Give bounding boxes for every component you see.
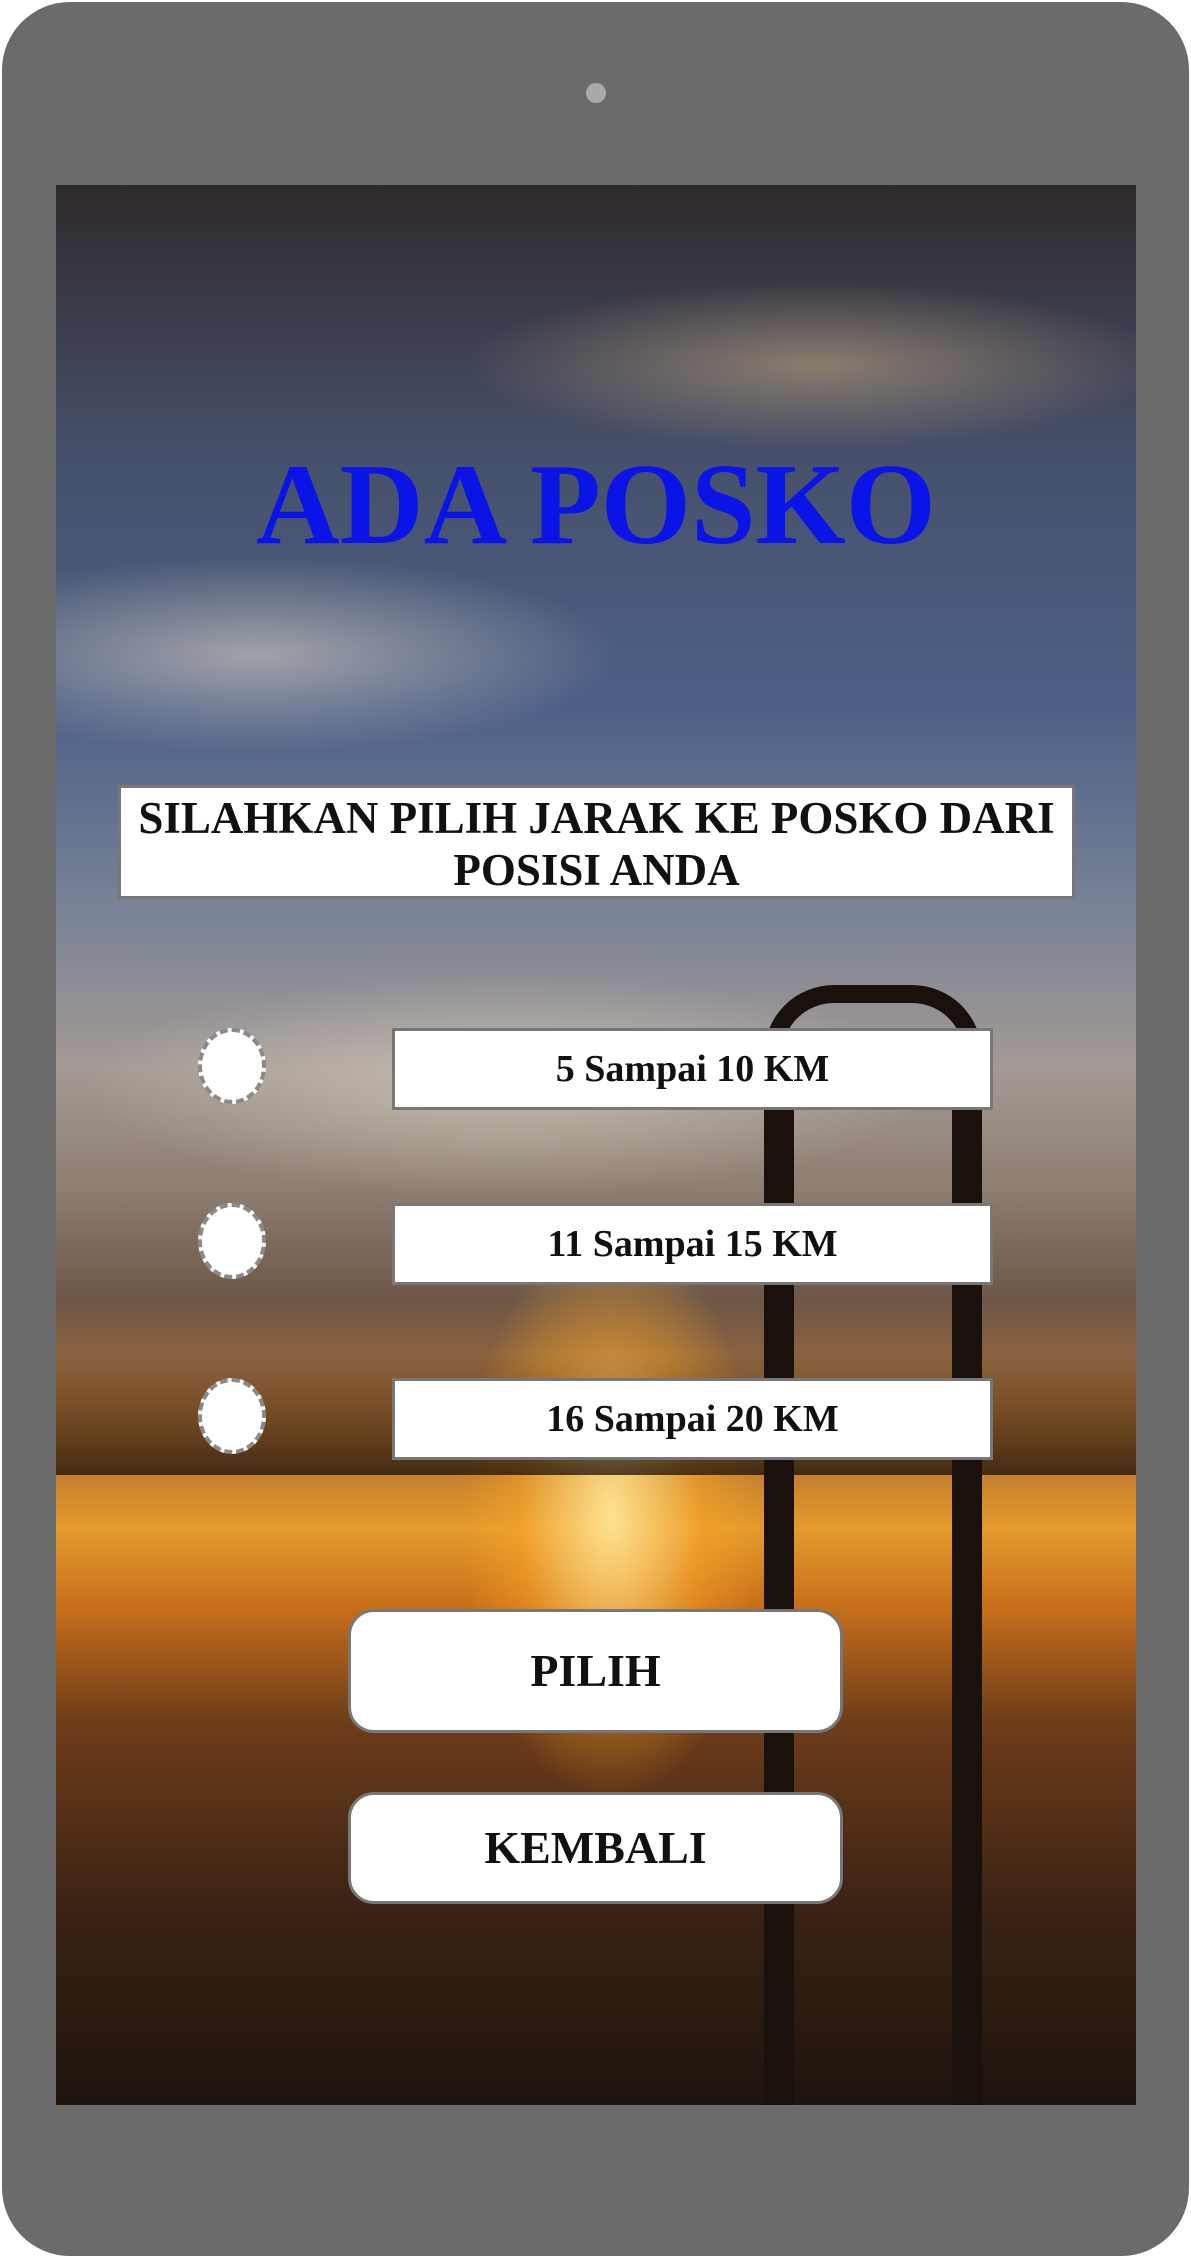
app-screen: ADA POSKO SILAHKAN PILIH JARAK KE POSKO … [56,185,1136,2105]
radio-option-2[interactable] [198,1203,266,1279]
background-gate-pillar-left [764,1035,794,2105]
radio-option-1[interactable] [198,1028,266,1104]
page-title: ADA POSKO [256,441,936,569]
tablet-frame: ADA POSKO SILAHKAN PILIH JARAK KE POSKO … [2,2,1189,2256]
camera-dot [586,83,606,103]
instruction-box: SILAHKAN PILIH JARAK KE POSKO DARI POSIS… [118,785,1075,899]
option-label-3[interactable]: 16 Sampai 20 KM [392,1378,993,1460]
pilih-button[interactable]: PILIH [348,1609,843,1733]
option-label-1[interactable]: 5 Sampai 10 KM [392,1028,993,1110]
option-label-2[interactable]: 11 Sampai 15 KM [392,1203,993,1285]
kembali-button[interactable]: KEMBALI [348,1792,843,1904]
background-gate-pillar-right [952,1035,982,2105]
radio-option-3[interactable] [198,1378,266,1454]
